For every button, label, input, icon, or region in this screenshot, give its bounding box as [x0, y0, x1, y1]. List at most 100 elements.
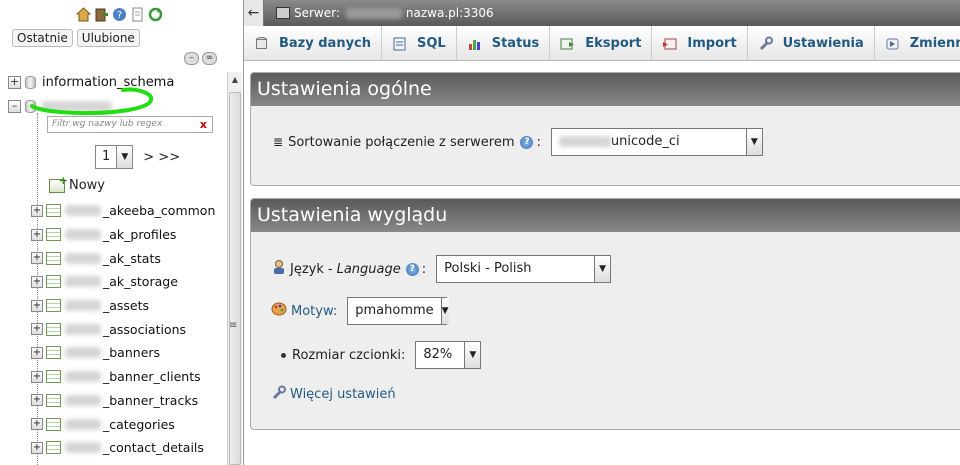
tab-settings[interactable]: Ustawienia	[748, 26, 875, 60]
help-icon[interactable]: ?	[405, 262, 419, 276]
table-icon[interactable]	[46, 346, 61, 360]
more-settings-link[interactable]: Więcej ustawień	[290, 387, 396, 402]
table-icon[interactable]	[46, 393, 61, 407]
font-size-select[interactable]: 82% ▼	[415, 341, 482, 369]
docs-icon[interactable]	[130, 7, 145, 22]
exit-icon[interactable]	[94, 7, 109, 22]
table-icon[interactable]	[46, 251, 61, 265]
language-label: Język	[290, 261, 324, 277]
nav-controls: – ∞	[184, 52, 217, 65]
expand-icon[interactable]: +	[8, 75, 21, 89]
expand-icon[interactable]: +	[31, 204, 43, 217]
collapse-all-icon[interactable]: –	[184, 52, 199, 65]
expand-icon[interactable]: +	[31, 370, 43, 383]
theme-select[interactable]: pmahomme ▼	[347, 297, 449, 325]
chevron-down-icon[interactable]: ▼	[745, 129, 762, 155]
collation-select[interactable]: unicode_ci ▼	[550, 128, 763, 156]
table-name[interactable]: _ak_stats	[103, 251, 161, 266]
table-icon[interactable]	[46, 299, 61, 313]
scroll-up-icon[interactable]: ▲	[228, 72, 242, 88]
expand-icon[interactable]: +	[31, 441, 43, 454]
table-name[interactable]: _banners	[103, 345, 160, 360]
nav-scrollbar[interactable]: ▲	[227, 72, 242, 465]
table-item[interactable]: + _contact_details	[31, 436, 231, 460]
page-select[interactable]: 1 ▼	[95, 145, 134, 169]
table-item[interactable]: + _categories	[31, 412, 231, 436]
reload-icon[interactable]	[148, 7, 163, 22]
new-table-label[interactable]: Nowy	[69, 178, 105, 193]
table-item[interactable]: + _banner_tracks	[31, 389, 231, 413]
next-page-link[interactable]: > >>	[143, 150, 180, 165]
table-name[interactable]: _akeeba_common	[103, 203, 215, 218]
expand-icon[interactable]: +	[31, 275, 43, 288]
table-name[interactable]: _banner_tracks	[103, 393, 198, 408]
table-item[interactable]: + _banners	[31, 341, 231, 365]
expand-icon[interactable]: +	[31, 252, 43, 265]
expand-icon[interactable]: +	[31, 228, 43, 241]
table-item[interactable]: + _assets	[31, 294, 231, 318]
table-item[interactable]: + _ak_storage	[31, 270, 231, 294]
table-icon[interactable]	[46, 322, 61, 336]
table-name[interactable]: _assets	[103, 298, 149, 313]
wrench-icon	[758, 36, 773, 51]
database-icon	[254, 36, 269, 51]
language-select[interactable]: Polski - Polish ▼	[436, 255, 612, 283]
main-menu: Bazy danych SQL Status Eksport Import Us…	[244, 26, 960, 61]
tab-sql[interactable]: SQL	[382, 26, 457, 60]
chevron-down-icon[interactable]: ▼	[464, 342, 481, 368]
table-item[interactable]: + _akeeba_common	[31, 199, 231, 223]
expand-icon[interactable]: +	[31, 299, 43, 312]
tab-import[interactable]: Import	[652, 26, 748, 60]
tab-variables[interactable]: Zmienne	[875, 26, 960, 60]
table-icon[interactable]	[46, 204, 61, 218]
theme-label[interactable]: Motyw:	[291, 304, 337, 319]
tab-export[interactable]: Eksport	[550, 26, 653, 60]
redacted-text	[65, 300, 101, 312]
server-name-link[interactable]: nazwa.pl:3306	[406, 6, 494, 20]
panel-resize-handle[interactable]: ≡	[229, 320, 237, 331]
table-name[interactable]: _contact_details	[103, 440, 204, 455]
tab-status[interactable]: Status	[457, 26, 551, 60]
language-icon	[271, 259, 287, 279]
table-item[interactable]: + _ak_stats	[31, 246, 231, 270]
table-icon[interactable]	[46, 228, 61, 242]
redacted-text	[558, 136, 611, 147]
expand-icon[interactable]: +	[31, 346, 43, 359]
back-arrow-icon[interactable]: ←	[244, 0, 264, 26]
server-breadcrumb: ← Serwer: nazwa.pl:3306	[244, 0, 960, 26]
help-icon[interactable]: ?	[112, 7, 127, 22]
table-item[interactable]: + _associations	[31, 317, 231, 341]
table-icon[interactable]	[46, 370, 61, 384]
expand-icon[interactable]: +	[31, 418, 43, 431]
collapse-icon[interactable]: –	[8, 99, 21, 113]
help-icon[interactable]: ?	[520, 135, 534, 149]
collation-label: Sortowanie połączenie z serwerem	[288, 134, 515, 150]
clear-filter-icon[interactable]: x	[200, 117, 207, 132]
language-label-en: Language	[336, 261, 401, 277]
tab-favorites[interactable]: Ulubione	[76, 29, 140, 47]
redacted-text	[65, 229, 101, 241]
table-name[interactable]: _banner_clients	[103, 369, 201, 384]
home-icon[interactable]	[75, 7, 92, 22]
table-item[interactable]: + _ak_profiles	[31, 223, 231, 247]
table-name[interactable]: _categories	[103, 417, 175, 432]
table-icon[interactable]	[46, 275, 61, 289]
redacted-text	[65, 252, 101, 264]
table-name[interactable]: _ak_profiles	[103, 227, 176, 242]
table-icon[interactable]	[46, 441, 61, 455]
tab-databases[interactable]: Bazy danych	[244, 26, 383, 60]
table-icon[interactable]	[46, 417, 61, 431]
chevron-down-icon[interactable]: ▼	[440, 298, 449, 324]
new-table-link[interactable]: Nowy	[49, 174, 105, 193]
chevron-down-icon[interactable]: ▼	[116, 146, 133, 168]
table-item[interactable]: + _banner_clients	[31, 365, 231, 389]
table-name[interactable]: _ak_storage	[103, 274, 178, 289]
tab-recent[interactable]: Ostatnie	[12, 29, 73, 47]
expand-icon[interactable]: +	[31, 394, 43, 407]
scroll-thumb[interactable]	[229, 92, 241, 465]
chevron-down-icon[interactable]: ▼	[594, 256, 611, 282]
link-icon[interactable]: ∞	[202, 52, 217, 65]
table-filter-input[interactable]: Filtr wg nazwy lub regex x	[47, 116, 213, 133]
table-name[interactable]: _associations	[103, 322, 186, 337]
expand-icon[interactable]: +	[31, 323, 43, 336]
